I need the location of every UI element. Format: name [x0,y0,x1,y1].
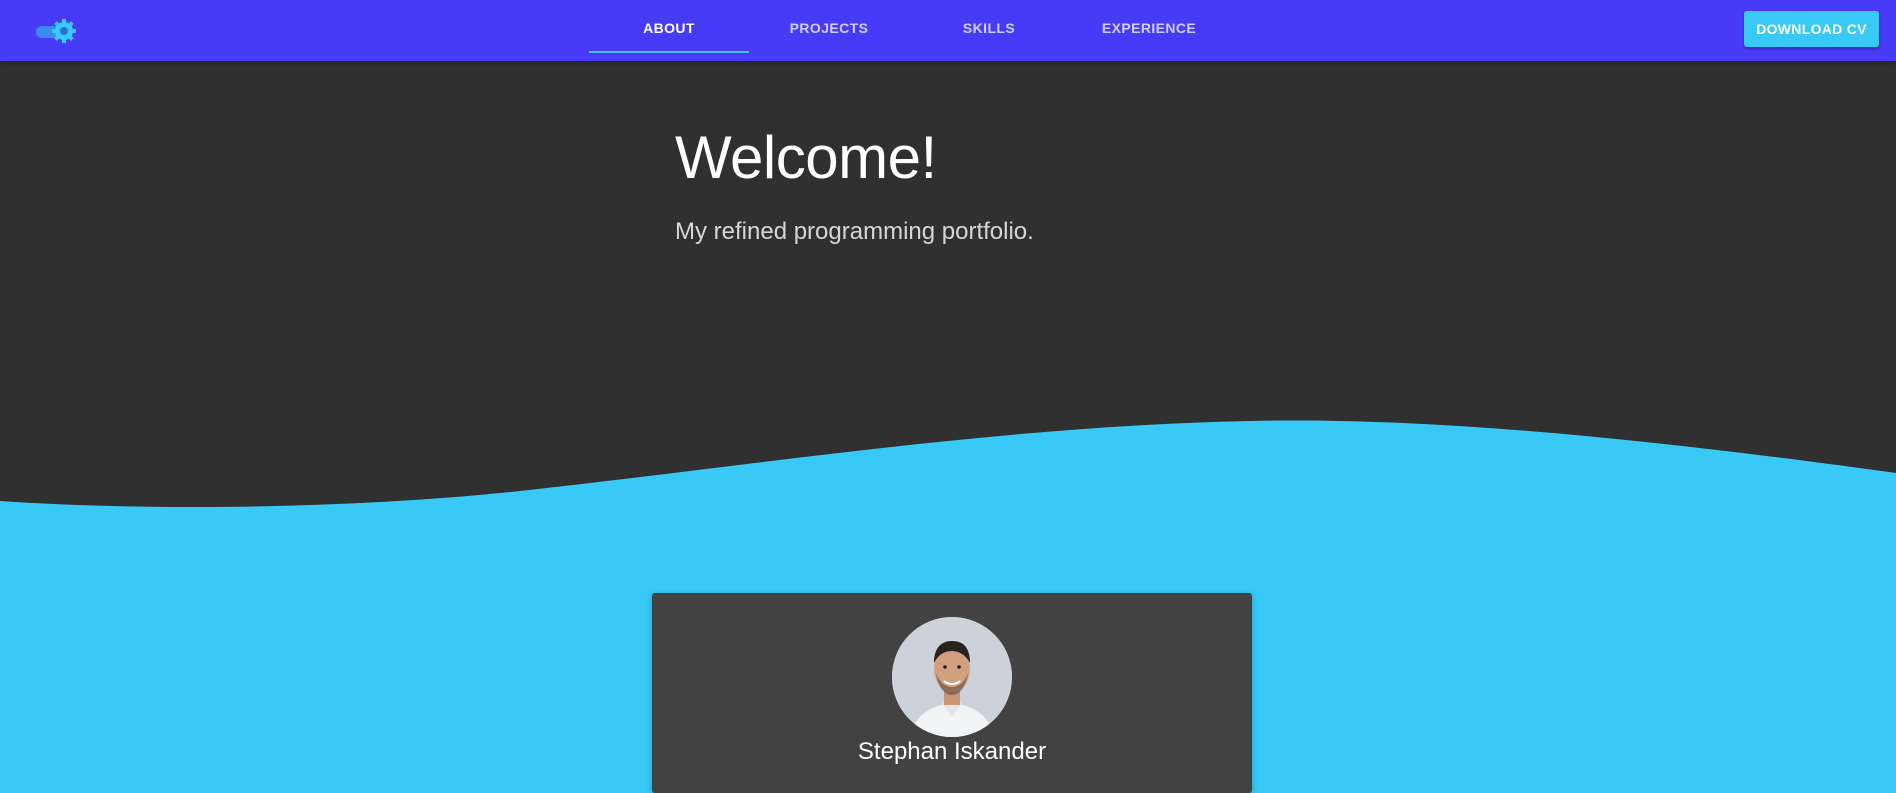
top-app-bar: ABOUT PROJECTS SKILLS EXPERIENCE DOWNLOA… [0,0,1896,61]
gear-toggle-icon [36,19,76,43]
profile-name: Stephan Iskander [857,738,1047,765]
tab-projects-label: PROJECTS [789,19,869,36]
tab-about[interactable]: ABOUT [589,0,749,61]
tab-about-label: ABOUT [643,19,695,36]
active-tab-indicator [589,51,749,53]
tab-skills-label: SKILLS [962,19,1016,36]
hero-title: Welcome! [675,124,937,191]
profile-card: Stephan Iskander [652,593,1252,793]
avatar [892,617,1012,737]
tab-experience-label: EXPERIENCE [1101,19,1197,36]
tab-skills[interactable]: SKILLS [909,0,1069,61]
hero-subtitle: My refined programming portfolio. [675,218,1034,245]
tab-experience[interactable]: EXPERIENCE [1069,0,1229,61]
tab-projects[interactable]: PROJECTS [749,0,909,61]
download-cv-button[interactable]: DOWNLOAD CV [1744,11,1879,47]
theme-toggle-switch[interactable] [34,18,80,44]
avatar-photo [892,617,1012,737]
main-nav-tabs: ABOUT PROJECTS SKILLS EXPERIENCE [589,0,1229,61]
